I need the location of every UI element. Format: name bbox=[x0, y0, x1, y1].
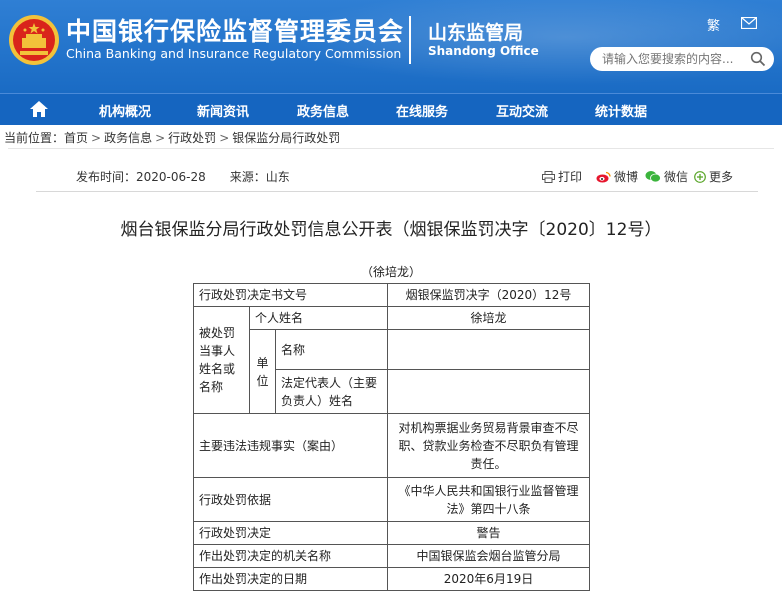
article-source: 来源：山东 bbox=[229, 170, 290, 184]
penalty-decision-label: 行政处罚决定 bbox=[193, 521, 388, 545]
table-row: 行政处罚依据 《中华人民共和国银行业监督管理法》第四十八条 bbox=[193, 477, 590, 522]
decision-number-label: 行政处罚决定书文号 bbox=[193, 283, 388, 307]
office-title-en: Shandong Office bbox=[428, 44, 539, 58]
site-title-cn: 中国银行保险监督管理委员会 bbox=[66, 17, 405, 46]
wechat-share-button[interactable]: 微信 bbox=[645, 168, 688, 185]
violation-facts-value: 对机构票据业务贸易背景审查不尽职、贷款业务检查不尽职负有管理责任。 bbox=[387, 413, 590, 478]
unit-label: 单位 bbox=[249, 329, 276, 414]
table-row: 行政处罚决定书文号 烟银保监罚决字（2020）12号 bbox=[193, 283, 590, 307]
decision-number-value: 烟银保监罚决字（2020）12号 bbox=[387, 283, 590, 307]
penalty-decision-value: 警告 bbox=[387, 521, 590, 545]
national-emblem-icon[interactable] bbox=[8, 14, 60, 66]
breadcrumb-branch-penalty[interactable]: 银保监分局行政处罚 bbox=[232, 131, 340, 145]
mail-icon[interactable] bbox=[741, 17, 757, 29]
meta-divider bbox=[36, 191, 758, 192]
weibo-label: 微博 bbox=[614, 170, 639, 184]
document-caption: （徐培龙） bbox=[360, 265, 421, 279]
plus-circle-icon bbox=[694, 170, 706, 183]
party-name-label: 被处罚当事人姓名或名称 bbox=[193, 306, 250, 414]
office-title-cn: 山东监管局 bbox=[428, 22, 524, 44]
publish-date: 发布时间：2020-06-28 bbox=[76, 170, 206, 184]
breadcrumb-separator: > bbox=[91, 131, 102, 145]
header-divider bbox=[409, 16, 411, 64]
breadcrumb-prefix: 当前位置： bbox=[4, 131, 65, 145]
breadcrumb-home[interactable]: 首页 bbox=[64, 131, 88, 145]
more-share-button[interactable]: 更多 bbox=[694, 168, 733, 185]
legal-representative-value bbox=[387, 369, 590, 414]
deciding-authority-value: 中国银保监会烟台监管分局 bbox=[387, 544, 590, 568]
article-meta: 发布时间：2020-06-28 来源：山东 bbox=[76, 168, 314, 185]
breadcrumb-penalty[interactable]: 行政处罚 bbox=[168, 131, 216, 145]
site-header: 中国银行保险监督管理委员会 China Banking and Insuranc… bbox=[0, 0, 782, 93]
person-name-value: 徐培龙 bbox=[387, 306, 590, 330]
table-row: 主要违法违规事实（案由） 对机构票据业务贸易背景审查不尽职、贷款业务检查不尽职负… bbox=[193, 413, 590, 478]
violation-facts-label: 主要违法违规事实（案由） bbox=[193, 413, 388, 478]
penalty-basis-label: 行政处罚依据 bbox=[193, 477, 388, 522]
unit-name-label: 名称 bbox=[275, 329, 388, 370]
decision-date-value: 2020年6月19日 bbox=[387, 567, 590, 591]
main-nav: 机构概况 新闻资讯 政务信息 在线服务 互动交流 统计数据 bbox=[0, 93, 782, 125]
wechat-label: 微信 bbox=[664, 170, 689, 184]
print-button[interactable]: 打印 bbox=[542, 168, 582, 185]
search-box bbox=[590, 47, 774, 71]
weibo-icon bbox=[596, 171, 611, 182]
breadcrumb-separator: > bbox=[219, 131, 230, 145]
print-label: 打印 bbox=[558, 170, 583, 184]
weibo-share-button[interactable]: 微博 bbox=[596, 168, 638, 185]
nav-item-online-service[interactable]: 在线服务 bbox=[396, 101, 448, 120]
table-row: 行政处罚决定 警告 bbox=[193, 521, 590, 545]
penalty-info-table: 行政处罚决定书文号 烟银保监罚决字（2020）12号 被处罚当事人姓名或名称 个… bbox=[193, 283, 590, 591]
legal-representative-label: 法定代表人（主要负责人）姓名 bbox=[275, 369, 388, 414]
site-title-en: China Banking and Insurance Regulatory C… bbox=[66, 46, 402, 61]
print-icon bbox=[542, 170, 555, 183]
penalty-basis-value: 《中华人民共和国银行业监督管理法》第四十八条 bbox=[387, 477, 590, 522]
deciding-authority-label: 作出处罚决定的机关名称 bbox=[193, 544, 388, 568]
nav-item-about[interactable]: 机构概况 bbox=[99, 101, 151, 120]
search-input[interactable] bbox=[600, 51, 744, 67]
traditional-chinese-link[interactable]: 繁 bbox=[707, 15, 720, 34]
breadcrumb: 当前位置：首页 > 政务信息 > 行政处罚 > 银保监分局行政处罚 bbox=[4, 129, 340, 146]
nav-item-statistics[interactable]: 统计数据 bbox=[595, 101, 647, 120]
decision-date-label: 作出处罚决定的日期 bbox=[193, 567, 388, 591]
wechat-icon bbox=[645, 171, 661, 183]
document-title: 烟台银保监分局行政处罚信息公开表（烟银保监罚决字〔2020〕12号） bbox=[120, 220, 662, 240]
breadcrumb-government-info[interactable]: 政务信息 bbox=[104, 131, 152, 145]
home-icon[interactable] bbox=[29, 99, 49, 119]
more-label: 更多 bbox=[709, 170, 734, 184]
table-row: 作出处罚决定的日期 2020年6月19日 bbox=[193, 567, 590, 591]
table-row: 单位 名称 bbox=[194, 329, 590, 414]
unit-name-value bbox=[387, 329, 590, 370]
breadcrumb-separator: > bbox=[155, 131, 166, 145]
table-row: 被处罚当事人姓名或名称 个人姓名 徐培龙 bbox=[193, 306, 590, 414]
nav-item-news[interactable]: 新闻资讯 bbox=[197, 101, 249, 120]
search-icon[interactable] bbox=[750, 51, 766, 67]
person-name-label: 个人姓名 bbox=[249, 306, 388, 330]
table-row: 作出处罚决定的机关名称 中国银保监会烟台监管分局 bbox=[193, 544, 590, 568]
nav-item-interaction[interactable]: 互动交流 bbox=[496, 101, 548, 120]
nav-item-government-info[interactable]: 政务信息 bbox=[297, 101, 349, 120]
